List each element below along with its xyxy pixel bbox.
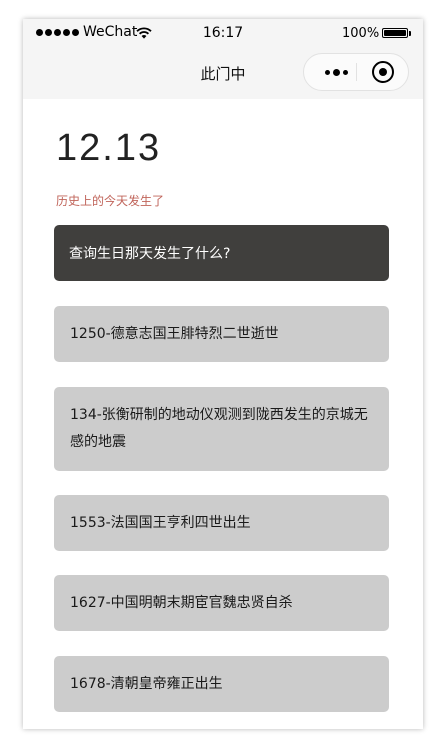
circle-close-icon[interactable] xyxy=(372,61,394,83)
event-item[interactable]: 1553-法国国王亨利四世出生 xyxy=(54,495,389,551)
phone-frame: WeChat 16:17 100% 此门中 12.13 历史上的今天发生了 查询… xyxy=(23,19,423,729)
more-dots-icon[interactable] xyxy=(316,54,356,90)
capsule-divider xyxy=(356,63,357,81)
battery-percent: 100% xyxy=(342,26,380,41)
event-item[interactable]: 134-张衡研制的地动仪观测到陇西发生的京城无感的地震 xyxy=(54,387,389,471)
menu-capsule xyxy=(303,53,409,91)
event-item[interactable]: 1678-清朝皇帝雍正出生 xyxy=(54,656,389,712)
header: WeChat 16:17 100% 此门中 xyxy=(23,19,423,99)
event-item[interactable]: 1250-德意志国王腓特烈二世逝世 xyxy=(54,306,389,362)
status-bar: WeChat 16:17 100% xyxy=(23,19,423,47)
event-item[interactable]: 1627-中国明朝末期宦官魏忠贤自杀 xyxy=(54,575,389,631)
battery-tip xyxy=(409,31,411,36)
date-display: 12.13 xyxy=(56,127,162,169)
battery-icon xyxy=(382,28,408,38)
query-birthday-button[interactable]: 查询生日那天发生了什么? xyxy=(54,225,389,281)
page-subtitle: 历史上的今天发生了 xyxy=(56,194,165,208)
